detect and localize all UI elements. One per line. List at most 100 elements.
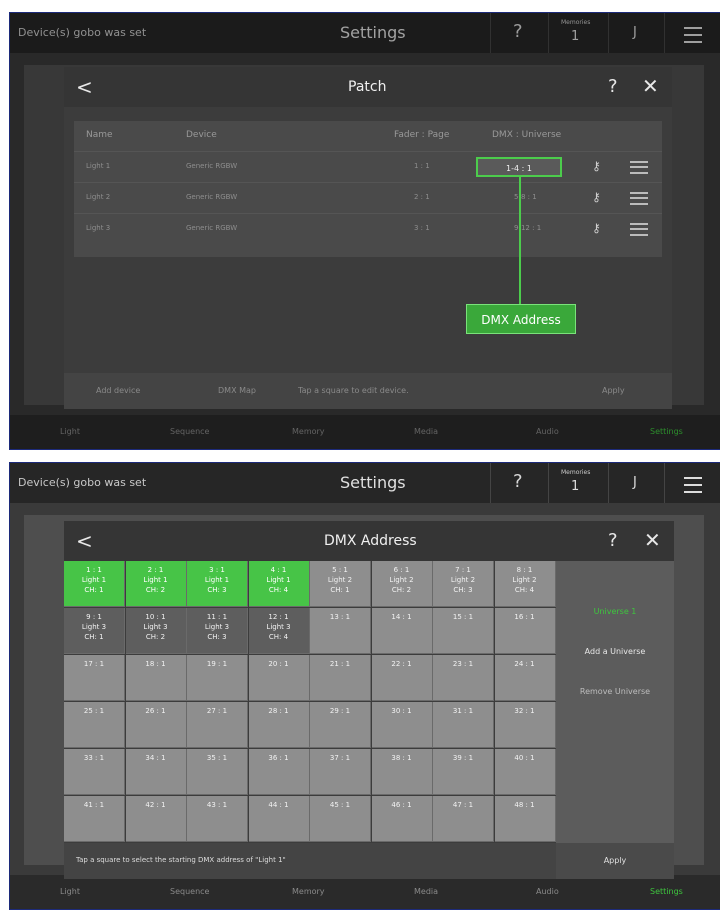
dmx-cell[interactable]: 4 : 1 Light 1 CH: 4 bbox=[248, 561, 310, 607]
dmx-cell[interactable]: 43 : 1 bbox=[187, 796, 248, 842]
help-icon[interactable]: ? bbox=[608, 530, 618, 551]
dmx-cell[interactable]: 42 : 1 bbox=[125, 796, 187, 842]
dmx-cell-light: Light 3 bbox=[204, 623, 230, 631]
dmx-cell-channel: CH: 3 bbox=[207, 586, 227, 594]
row-menu-icon[interactable] bbox=[630, 192, 648, 205]
dmx-cell[interactable]: 3 : 1 Light 1 CH: 3 bbox=[187, 561, 248, 607]
dmx-cell[interactable]: 13 : 1 bbox=[310, 608, 371, 654]
back-icon[interactable]: < bbox=[76, 75, 93, 99]
dmx-cell[interactable]: 27 : 1 bbox=[187, 702, 248, 748]
nav-settings[interactable]: Settings bbox=[650, 887, 683, 896]
dmx-cell[interactable]: 20 : 1 bbox=[248, 655, 310, 701]
close-icon[interactable]: ✕ bbox=[642, 74, 659, 98]
remove-universe-button[interactable]: Remove Universe bbox=[556, 687, 674, 696]
add-universe-button[interactable]: Add a Universe bbox=[556, 647, 674, 656]
dmx-cell[interactable]: 9 : 1 Light 3 CH: 1 bbox=[64, 608, 125, 654]
callout-line bbox=[519, 177, 521, 305]
dmx-cell-address: 33 : 1 bbox=[83, 754, 105, 762]
dmx-cell[interactable]: 11 : 1 Light 3 CH: 3 bbox=[187, 608, 248, 654]
key-icon[interactable]: ⚷ bbox=[592, 221, 601, 235]
dmx-cell[interactable]: 30 : 1 bbox=[371, 702, 433, 748]
dmx-cell[interactable]: 12 : 1 Light 3 CH: 4 bbox=[248, 608, 310, 654]
table-row[interactable]: Light 1 Generic RGBW 1 : 1 ⚷ bbox=[74, 151, 662, 182]
dmx-address-screenshot: Device(s) gobo was set Settings ? Memori… bbox=[9, 462, 720, 910]
dmx-cell-light: Light 3 bbox=[81, 623, 107, 631]
dmx-cell-address: 24 : 1 bbox=[514, 660, 535, 668]
dmx-cell[interactable]: 36 : 1 bbox=[248, 749, 310, 795]
dmx-cell[interactable]: 44 : 1 bbox=[248, 796, 310, 842]
memories-label: Memories bbox=[561, 469, 591, 476]
dmx-cell[interactable]: 8 : 1 Light 2 CH: 4 bbox=[494, 561, 556, 607]
dmx-address-highlight[interactable]: 1-4 : 1 bbox=[476, 157, 562, 177]
dmx-cell-channel: CH: 4 bbox=[268, 586, 289, 594]
dmx-map-button[interactable]: DMX Map bbox=[218, 386, 256, 395]
dmx-cell-address: 20 : 1 bbox=[268, 660, 289, 668]
patch-apply-button[interactable]: Apply bbox=[602, 386, 625, 395]
dmx-cell[interactable]: 37 : 1 bbox=[310, 749, 371, 795]
row-dmx[interactable]: 5-8 : 1 bbox=[514, 193, 537, 201]
dmx-cell[interactable]: 26 : 1 bbox=[125, 702, 187, 748]
dmx-cell-light: Light 3 bbox=[143, 623, 168, 631]
nav-audio[interactable]: Audio bbox=[536, 887, 559, 896]
user-button[interactable]: J bbox=[608, 463, 665, 503]
dmx-cell[interactable]: 31 : 1 bbox=[433, 702, 494, 748]
dmx-cell[interactable]: 32 : 1 bbox=[494, 702, 556, 748]
dmx-cell[interactable]: 17 : 1 bbox=[64, 655, 125, 701]
dmx-cell[interactable]: 16 : 1 bbox=[494, 608, 556, 654]
help-button[interactable]: ? bbox=[490, 463, 549, 503]
dmx-cell[interactable]: 48 : 1 bbox=[494, 796, 556, 842]
dmx-cell[interactable]: 23 : 1 bbox=[433, 655, 494, 701]
dmx-cell[interactable]: 15 : 1 bbox=[433, 608, 494, 654]
dmx-cell[interactable]: 5 : 1 Light 2 CH: 1 bbox=[310, 561, 371, 607]
close-icon[interactable]: ✕ bbox=[644, 528, 661, 552]
key-icon[interactable]: ⚷ bbox=[592, 159, 601, 173]
nav-sequence[interactable]: Sequence bbox=[170, 887, 209, 896]
dmx-hint: Tap a square to select the starting DMX … bbox=[76, 856, 286, 864]
row-menu-icon[interactable] bbox=[630, 223, 648, 236]
dmx-cell[interactable]: 24 : 1 bbox=[494, 655, 556, 701]
back-icon[interactable]: < bbox=[76, 529, 93, 553]
dmx-cell[interactable]: 41 : 1 bbox=[64, 796, 125, 842]
key-icon[interactable]: ⚷ bbox=[592, 190, 601, 204]
dmx-cell[interactable]: 34 : 1 bbox=[125, 749, 187, 795]
dmx-cell[interactable]: 19 : 1 bbox=[187, 655, 248, 701]
dmx-cell[interactable]: 45 : 1 bbox=[310, 796, 371, 842]
nav-memory[interactable]: Memory bbox=[292, 887, 325, 896]
dmx-cell[interactable]: 35 : 1 bbox=[187, 749, 248, 795]
dmx-cell[interactable]: 46 : 1 bbox=[371, 796, 433, 842]
dmx-cell[interactable]: 6 : 1 Light 2 CH: 2 bbox=[371, 561, 433, 607]
add-device-button[interactable]: Add device bbox=[96, 386, 140, 395]
col-fader-page: Fader : Page bbox=[394, 130, 450, 140]
dmx-cell[interactable]: 22 : 1 bbox=[371, 655, 433, 701]
table-row[interactable]: Light 2 Generic RGBW 2 : 1 5-8 : 1 ⚷ bbox=[74, 182, 662, 213]
dmx-cell[interactable]: 39 : 1 bbox=[433, 749, 494, 795]
memories-button[interactable]: Memories 1 bbox=[548, 463, 609, 503]
help-icon[interactable]: ? bbox=[608, 76, 618, 97]
dmx-apply-button[interactable]: Apply bbox=[556, 843, 674, 879]
dmx-cell-light: Light 1 bbox=[81, 576, 107, 584]
dmx-cell[interactable]: 38 : 1 bbox=[371, 749, 433, 795]
dmx-cell[interactable]: 7 : 1 Light 2 CH: 3 bbox=[433, 561, 494, 607]
dmx-cell-address: 2 : 1 bbox=[147, 566, 164, 574]
dmx-cell[interactable]: 28 : 1 bbox=[248, 702, 310, 748]
dmx-cell-address: 48 : 1 bbox=[514, 801, 535, 809]
dmx-cell[interactable]: 18 : 1 bbox=[125, 655, 187, 701]
dmx-cell[interactable]: 2 : 1 Light 1 CH: 2 bbox=[125, 561, 187, 607]
dmx-cell[interactable]: 1 : 1 Light 1 CH: 1 bbox=[64, 561, 125, 607]
universe-1-button[interactable]: Universe 1 bbox=[556, 607, 674, 616]
row-menu-icon[interactable] bbox=[630, 161, 648, 174]
status-message: Device(s) gobo was set bbox=[18, 476, 147, 489]
table-row[interactable]: Light 3 Generic RGBW 3 : 1 9-12 : 1 ⚷ bbox=[74, 213, 662, 244]
dmx-cell[interactable]: 29 : 1 bbox=[310, 702, 371, 748]
dmx-cell[interactable]: 10 : 1 Light 3 CH: 2 bbox=[125, 608, 187, 654]
dmx-cell[interactable]: 14 : 1 bbox=[371, 608, 433, 654]
main-menu-button[interactable] bbox=[664, 463, 720, 503]
dmx-cell[interactable]: 25 : 1 bbox=[64, 702, 125, 748]
dmx-cell[interactable]: 21 : 1 bbox=[310, 655, 371, 701]
dmx-cell[interactable]: 40 : 1 bbox=[494, 749, 556, 795]
dmx-cell[interactable]: 47 : 1 bbox=[433, 796, 494, 842]
dmx-cell-address: 28 : 1 bbox=[268, 707, 289, 715]
dmx-cell[interactable]: 33 : 1 bbox=[64, 749, 125, 795]
nav-light[interactable]: Light bbox=[60, 887, 80, 896]
nav-media[interactable]: Media bbox=[414, 887, 438, 896]
